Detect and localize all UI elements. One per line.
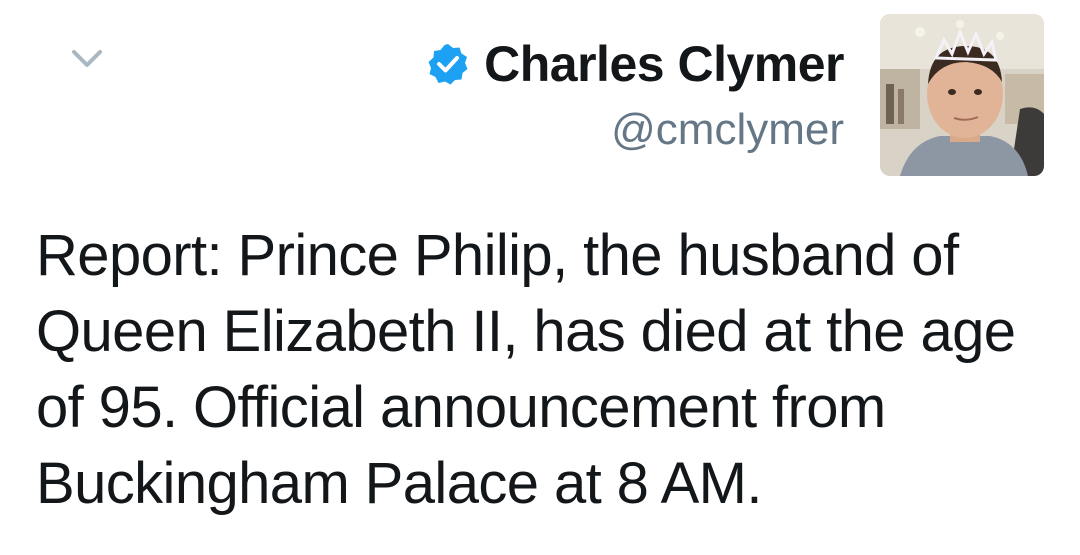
chevron-down-icon[interactable] [68,44,106,74]
tweet-author-header: Charles Clymer @cmclymer [426,28,844,158]
author-handle[interactable]: @cmclymer [426,102,844,158]
tweet-text-line: Queen Elizabeth II, has died at the age [36,299,1016,364]
tweet-text-line: of 95. Official announcement from [36,375,886,440]
author-name-row[interactable]: Charles Clymer [426,28,844,100]
tweet-text-line: Report: Prince Philip, the husband of [36,223,959,288]
author-display-name[interactable]: Charles Clymer [484,28,844,100]
avatar[interactable] [880,14,1044,176]
tweet-text: Report: Prince Philip, the husband of Qu… [36,218,1046,522]
tweet-card: Charles Clymer @cmclymer Report: Prince … [0,0,1080,555]
verified-badge-icon [426,42,470,86]
tweet-text-line: Buckingham Palace at 8 AM. [36,451,763,516]
